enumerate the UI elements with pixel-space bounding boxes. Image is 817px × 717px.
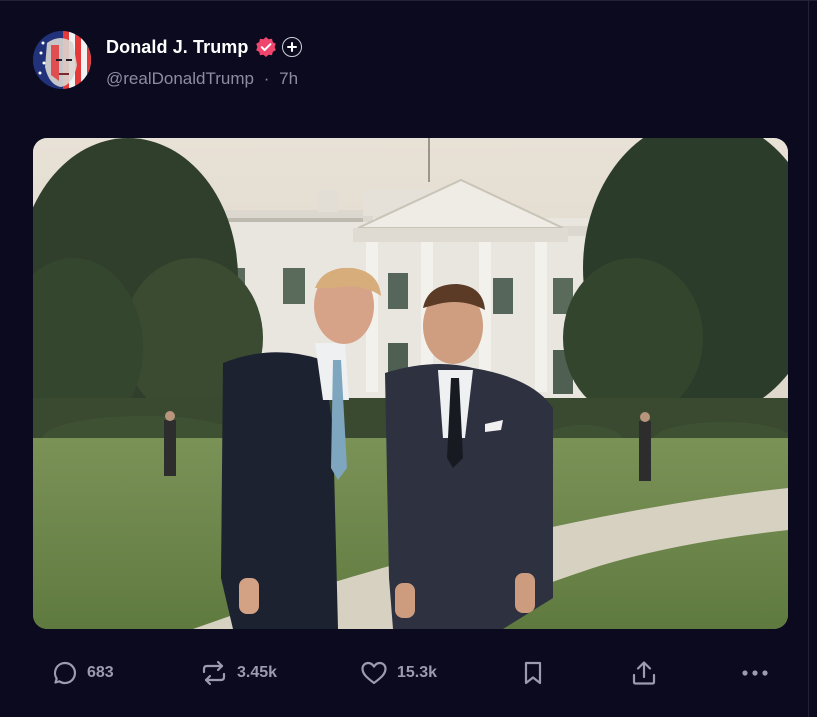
share-upload-icon xyxy=(632,661,656,685)
reply-icon xyxy=(53,661,77,685)
like-count: 15.3k xyxy=(397,664,438,681)
more-options-button[interactable] xyxy=(741,650,769,696)
heart-icon xyxy=(361,661,387,685)
name-row: Donald J. Trump xyxy=(106,35,302,59)
display-name[interactable]: Donald J. Trump xyxy=(106,37,249,58)
bookmark-icon xyxy=(524,661,542,685)
white-house-photo xyxy=(33,138,788,629)
avatar[interactable] xyxy=(33,31,91,89)
handle-row: @realDonaldTrump · 7h xyxy=(106,69,302,89)
share-button[interactable] xyxy=(631,650,657,696)
plus-badge-icon xyxy=(281,37,302,57)
action-bar: 683 3.45k 15.3k xyxy=(0,650,817,696)
more-dots-icon xyxy=(742,670,768,676)
flag-face-avatar-icon xyxy=(33,31,91,89)
repost-count: 3.45k xyxy=(237,664,278,681)
separator: · xyxy=(263,69,270,88)
repost-button[interactable]: 3.45k xyxy=(200,650,277,696)
bookmark-button[interactable] xyxy=(522,650,544,696)
post: Donald J. Trump @realDonaldTrump · 7h 68… xyxy=(0,0,817,717)
post-image[interactable] xyxy=(33,138,788,629)
verified-badge-icon xyxy=(255,36,277,58)
reply-button[interactable]: 683 xyxy=(52,650,114,696)
repost-icon xyxy=(202,660,226,686)
like-button[interactable]: 15.3k xyxy=(360,650,437,696)
post-header: Donald J. Trump @realDonaldTrump · 7h xyxy=(33,31,633,91)
handle[interactable]: @realDonaldTrump xyxy=(106,69,254,88)
reply-count: 683 xyxy=(87,664,114,681)
post-time[interactable]: 7h xyxy=(279,69,298,88)
author-info: Donald J. Trump @realDonaldTrump · 7h xyxy=(106,35,302,89)
